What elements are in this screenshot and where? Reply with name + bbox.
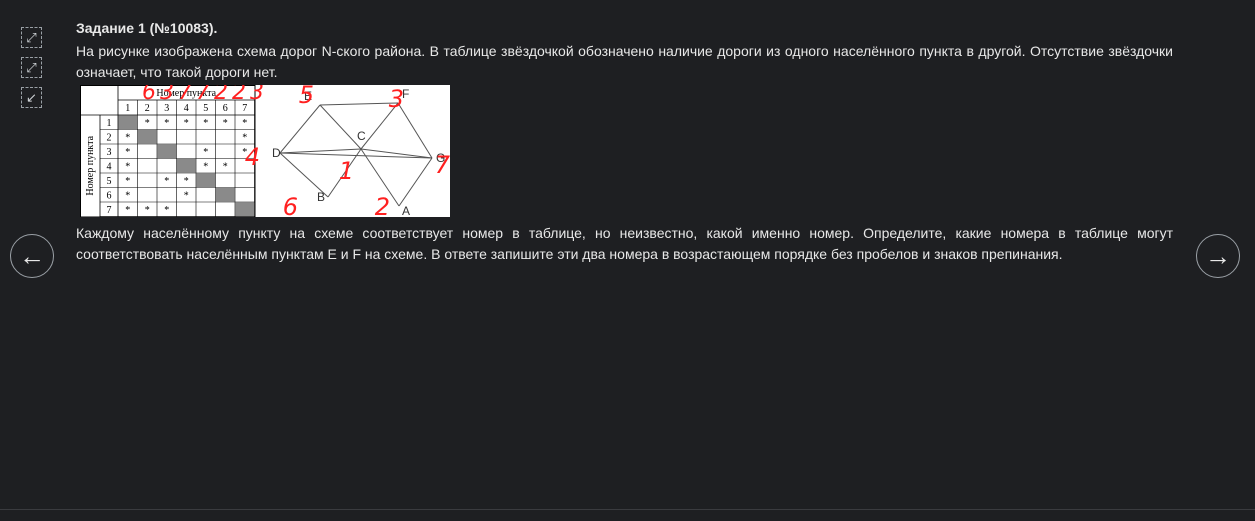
table-cell-star: * [145,205,150,216]
road-scheme-figure: Номер пунктаНомер пункта1 2 3 4 5 6 71234567* *… [80,85,450,217]
table-cell-star: * [125,176,130,187]
table-diagonal-cell [216,188,235,202]
table-cell-star: * [203,147,208,158]
handwritten-header-digit: 7 [196,85,210,105]
handwritten-header-digit: 7 [178,85,192,105]
table-cell-star: * [184,191,189,202]
table-cell-star: * [203,118,208,129]
handwritten-label-b: 6 [283,193,298,217]
table-cell-star: * [203,162,208,173]
table-row-number: 7 [107,205,112,216]
handwritten-label-c: 1 [339,157,354,185]
table-row-number: 6 [107,191,112,202]
table-cell-star: * [223,118,228,129]
task-title: Задание 1 (№10083). [76,20,218,36]
table-cell-star: * [164,176,169,187]
table-col-number: 1 [125,103,130,114]
graph-node-a: A [402,204,410,217]
collapse-icon[interactable]: ↙ [21,87,42,108]
table-cell-star: * [125,147,130,158]
handwritten-header-digit: 2 [232,85,246,105]
task-content: Задание 1 (№10083). На рисунке изображен… [76,20,1173,265]
table-diagonal-cell [157,144,176,158]
handwritten-label-g: 7 [435,151,450,179]
next-button[interactable]: → [1196,234,1240,278]
handwritten-header-digit: 2 [214,85,228,105]
handwritten-label-a: 2 [375,193,390,217]
table-cell-star: * [125,133,130,144]
toolbar: ⤢ ⤢ ↙ [21,27,42,108]
expand-icon[interactable]: ⤢ [21,27,42,48]
graph-node-d: D [272,146,281,160]
handwritten-label-e: 5 [299,85,314,109]
handwritten-label-f: 3 [389,85,404,113]
table-cell-star: * [184,118,189,129]
graph-node-b: B [317,190,325,204]
table-diagonal-cell [196,173,215,187]
handwritten-label-d: 4 [245,143,260,171]
table-cell-star: * [145,118,150,129]
table-cell-star: * [242,118,247,129]
handwritten-header-digit: 3 [250,85,264,105]
table-cell-star: * [164,205,169,216]
table-cell-star: * [125,191,130,202]
table-cell-star: * [223,162,228,173]
table-diagonal-cell [177,159,196,173]
task-figure: Номер пункта Номер пункта 1 2 3 4 5 6 7 1 2 3 4 5 6 7 * *… [76,85,1173,217]
table-row-header: Номер пункта [85,135,96,195]
arrow-right-icon: → [1205,241,1231,271]
table-diagonal-cell [235,202,254,216]
table-cell-star: * [164,118,169,129]
table-diagonal-cell [138,130,157,144]
table-cell-star: * [242,133,247,144]
table-row-number: 3 [107,147,112,158]
graph-node-c: C [357,129,366,143]
table-cell-star: * [125,162,130,173]
arrow-left-icon: ← [19,241,45,271]
table-cell-star: * [184,176,189,187]
table-diagonal-cell [118,115,137,129]
prev-button[interactable]: ← [10,234,54,278]
table-row-number: 4 [107,162,112,173]
table-row-number: 1 [107,118,112,129]
table-row-number: 2 [107,133,112,144]
fullscreen-icon[interactable]: ⤢ [21,57,42,78]
table-row-number: 5 [107,176,112,187]
table-cell-star: * [125,205,130,216]
task-intro: На рисунке изображена схема дорог N-ског… [76,43,1173,80]
handwritten-header-digit: 6 [142,85,156,105]
bottom-divider [0,509,1255,510]
task-question: Каждому населённому пункту на схеме соот… [76,225,1173,262]
handwritten-header-digit: 3 [160,85,174,105]
